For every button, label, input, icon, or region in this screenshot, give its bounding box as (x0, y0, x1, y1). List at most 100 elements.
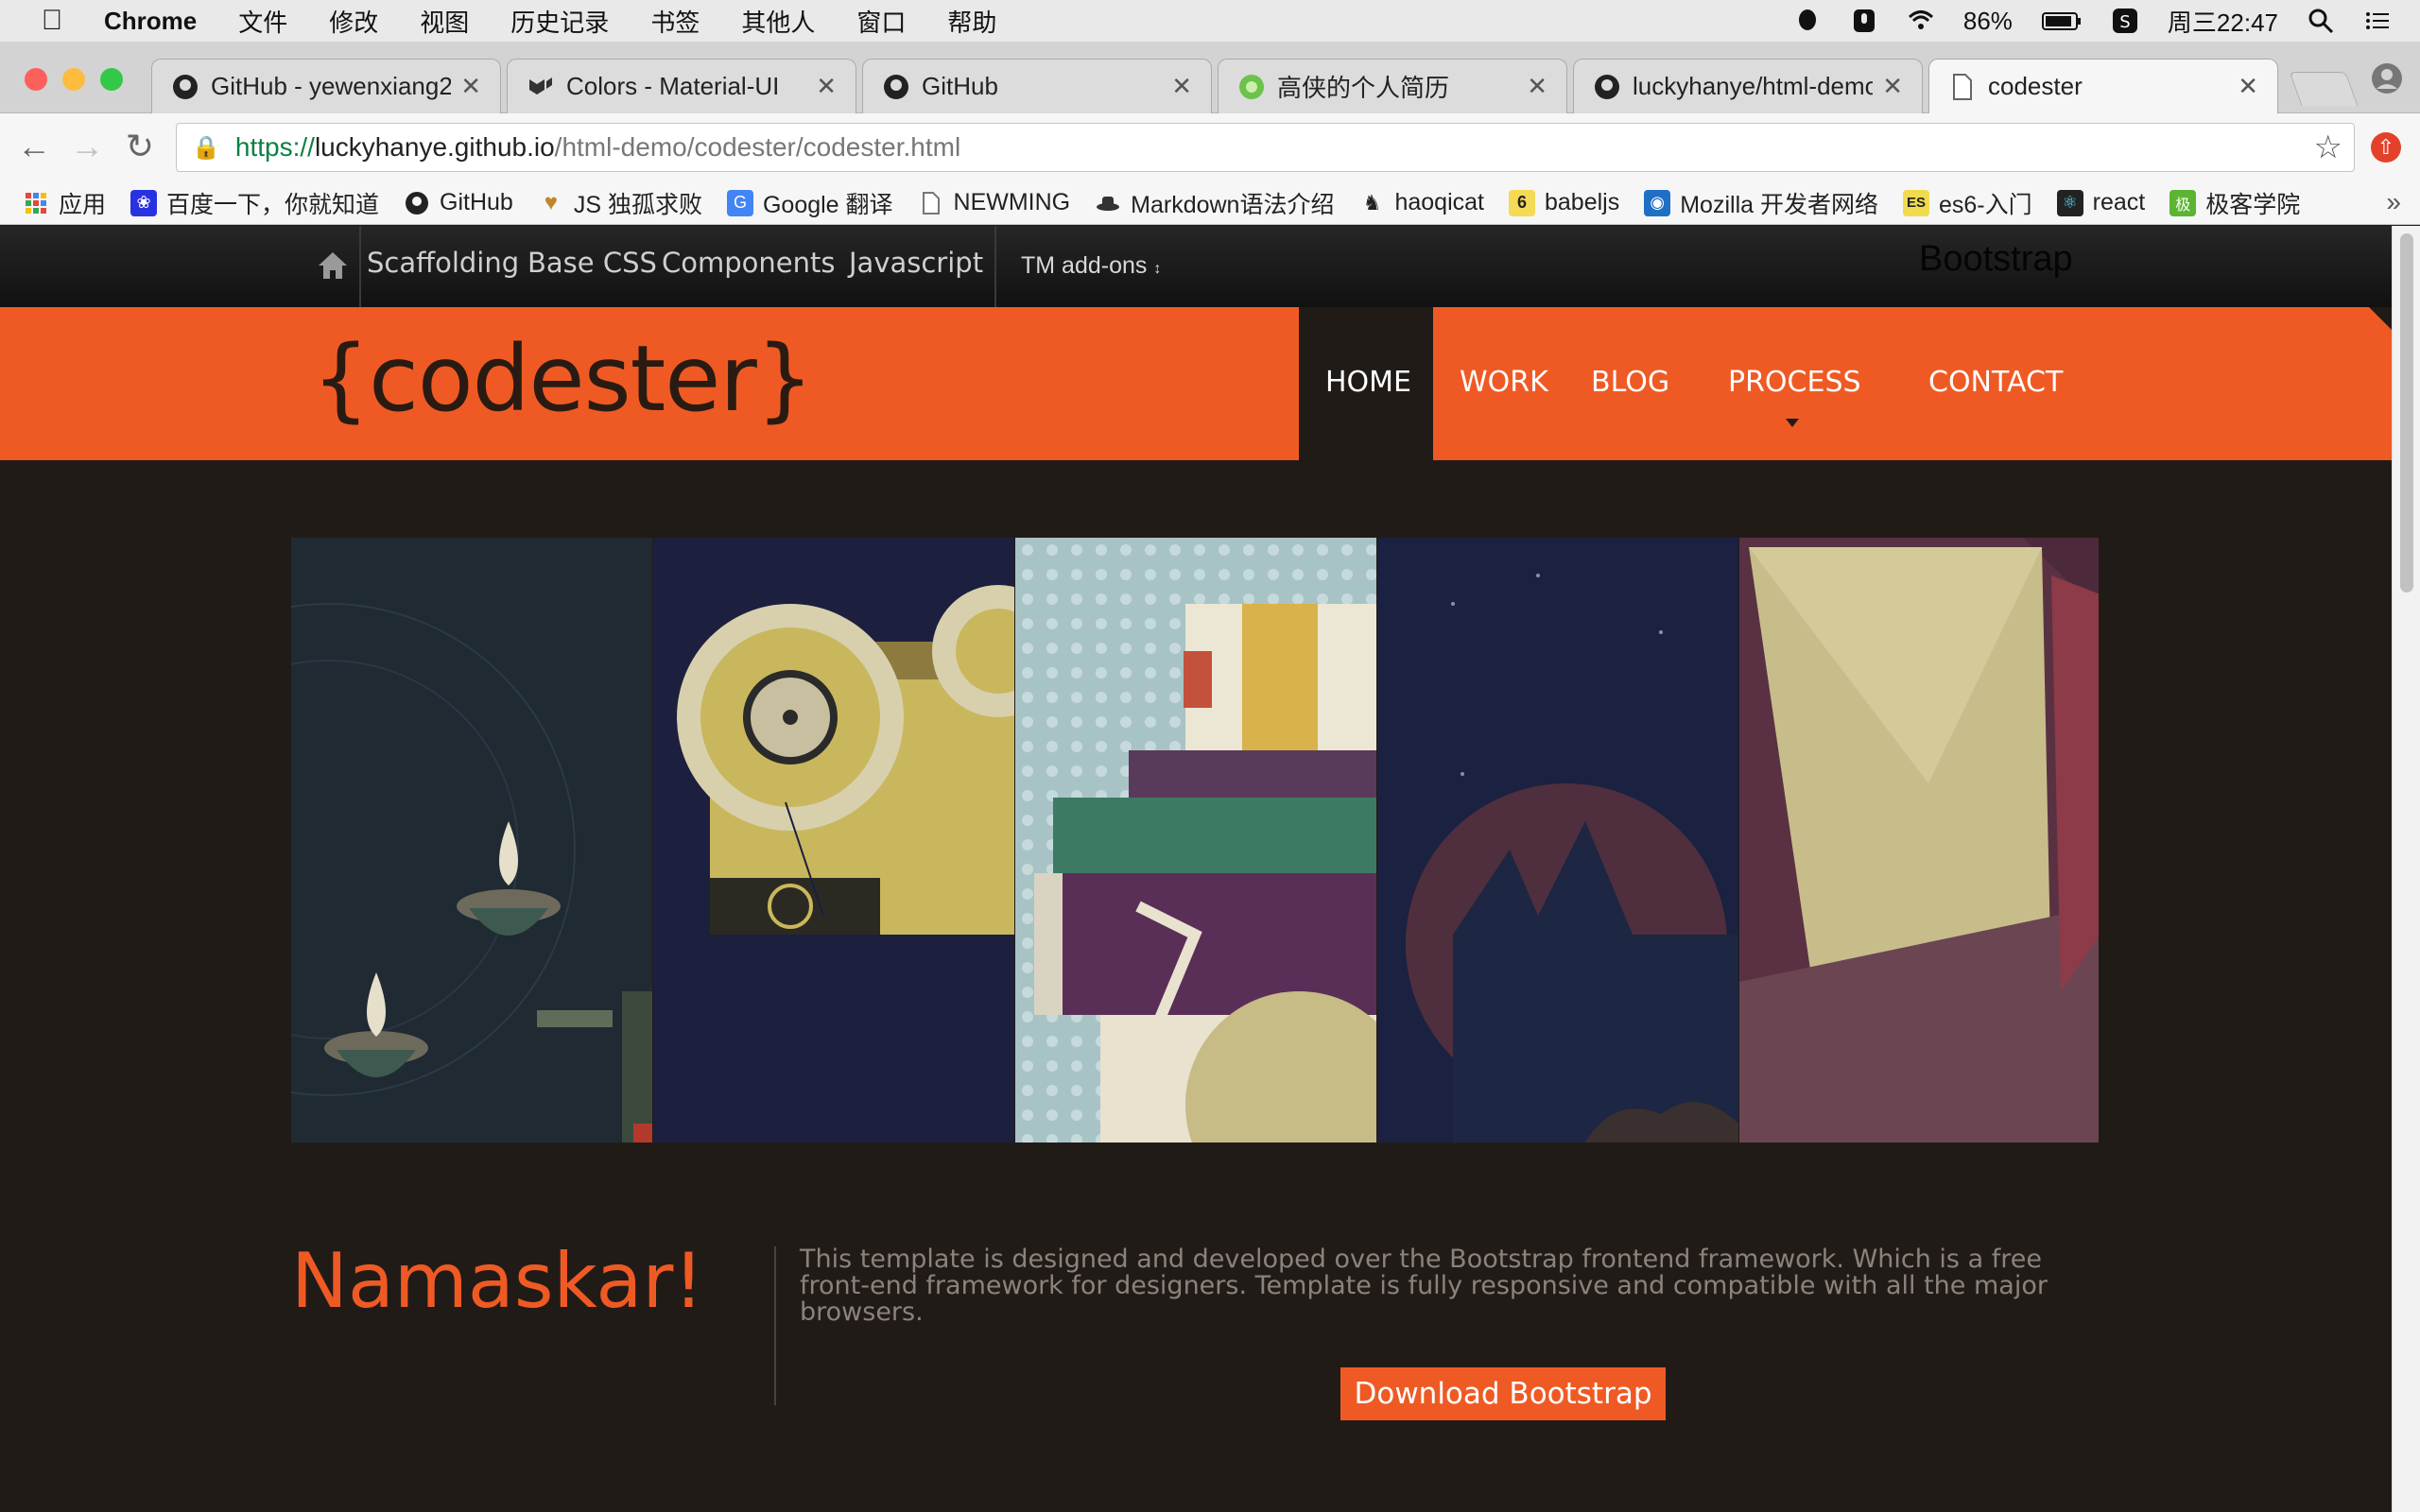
address-bar[interactable]: 🔒 https:// luckyhanye.github.io /html-de… (176, 123, 2355, 172)
vertical-scrollbar[interactable] (2392, 226, 2420, 1512)
menu-file[interactable]: 文件 (238, 4, 287, 39)
close-tab-icon[interactable]: ✕ (1527, 72, 1547, 101)
corner-fold (2369, 307, 2392, 330)
nav-components[interactable]: Components (662, 247, 835, 279)
bookmark-label: JS 独孤求败 (573, 191, 702, 218)
nav-blog[interactable]: BLOG (1591, 366, 1669, 399)
close-tab-icon[interactable]: ✕ (1882, 72, 1903, 101)
bookmark-react[interactable]: ⚛ react (2056, 189, 2145, 216)
minimize-window-button[interactable] (62, 68, 85, 91)
back-arrow-icon[interactable]: ← (13, 127, 55, 166)
close-tab-icon[interactable]: ✕ (816, 72, 837, 101)
hero-panel-night-sky[interactable] (1377, 538, 1738, 1143)
close-window-button[interactable] (25, 68, 47, 91)
bookmark-label: 百度一下，你就知道 (166, 191, 380, 218)
bookmark-star-icon[interactable]: ☆ (2314, 129, 2342, 166)
scrollbar-thumb[interactable] (2400, 233, 2413, 593)
bookmark-mdn[interactable]: ◉ Mozilla 开发者网络 (1644, 186, 1878, 220)
extension-upload-icon[interactable]: ⇧ (2371, 132, 2401, 163)
hero-panel-books[interactable] (1015, 538, 1376, 1143)
bookmark-label: 应用 (59, 191, 107, 218)
tab-github[interactable]: GitHub ✕ (862, 59, 1212, 113)
nav-base-css[interactable]: Base CSS (527, 247, 657, 279)
hat-icon (1095, 190, 1121, 216)
hero-panel-candles[interactable] (291, 538, 652, 1143)
menu-view[interactable]: 视图 (420, 4, 469, 39)
nav-home[interactable]: HOME (1325, 366, 1411, 399)
page-icon (918, 190, 944, 216)
hero-panel-projector[interactable] (653, 538, 1014, 1143)
close-tab-icon[interactable]: ✕ (1171, 72, 1192, 101)
sogou-input-icon[interactable]: S (2111, 7, 2139, 35)
dropdown-caret-icon (1786, 419, 1799, 427)
bookmark-markdown[interactable]: Markdown语法介绍 (1095, 186, 1334, 220)
tab-material-ui[interactable]: Colors - Material-UI ✕ (507, 59, 856, 113)
nav-javascript[interactable]: Javascript (849, 247, 983, 279)
bookmark-github[interactable]: GitHub (404, 189, 513, 216)
bookmark-google-translate[interactable]: G Google 翻译 (726, 186, 893, 220)
qq-icon[interactable] (1793, 7, 1822, 35)
page-icon (1948, 73, 1977, 101)
nav-scaffolding[interactable]: Scaffolding (367, 247, 519, 279)
apple-menu-icon[interactable]:  (0, 5, 104, 37)
close-tab-icon[interactable]: ✕ (2238, 72, 2258, 101)
url-scheme: https:// (234, 132, 315, 162)
tab-strip: GitHub - yewenxiang23 ✕ Colors - Materia… (0, 42, 2420, 113)
bookmark-jike[interactable]: 极极客学院 (2169, 186, 2300, 220)
notification-center-icon[interactable] (2363, 7, 2392, 35)
bookmark-label: 极客学院 (2205, 191, 2301, 218)
bootstrap-brand[interactable]: Bootstrap (1919, 239, 2073, 280)
menu-app-name[interactable]: Chrome (104, 7, 197, 36)
page-viewport: Scaffolding Base CSS Components Javascri… (0, 226, 2392, 1512)
bookmark-haoqicat[interactable]: ♞ haoqicat (1358, 189, 1484, 216)
site-logo[interactable]: {codester} (312, 326, 814, 432)
bookmark-baidu[interactable]: ❀ 百度一下，你就知道 (130, 186, 379, 220)
forward-arrow-icon[interactable]: → (66, 127, 108, 166)
menu-history[interactable]: 历史记录 (510, 4, 609, 39)
download-bootstrap-button[interactable]: Download Bootstrap (1340, 1367, 1666, 1420)
zoom-window-button[interactable] (100, 68, 123, 91)
home-icon[interactable] (316, 249, 350, 283)
intro-divider (774, 1246, 776, 1405)
bookmark-js[interactable]: ♥ JS 独孤求败 (538, 186, 702, 220)
github-icon (171, 73, 199, 101)
bookmark-es6[interactable]: ES es6-入门 (1902, 186, 2032, 220)
tab-html-demo[interactable]: luckyhanye/html-demo ✕ (1573, 59, 1923, 113)
menu-bookmarks[interactable]: 书签 (650, 4, 700, 39)
new-tab-button[interactable] (2289, 72, 2359, 106)
close-tab-icon[interactable]: ✕ (460, 72, 481, 101)
nav-contact[interactable]: CONTACT (1928, 366, 2063, 399)
tm-addons-dropdown[interactable]: TM add-ons ↕ (1021, 252, 1161, 280)
github-icon (404, 190, 430, 216)
menu-help[interactable]: 帮助 (947, 4, 996, 39)
jike-icon: 极 (2169, 189, 2197, 216)
menu-edit[interactable]: 修改 (329, 4, 378, 39)
es-icon: ES (1902, 189, 1929, 216)
url-path: /html-demo/codester/codester.html (554, 132, 961, 162)
clock[interactable]: 周三22:47 (2168, 4, 2278, 39)
spotlight-search-icon[interactable] (2307, 7, 2335, 35)
github-icon (1593, 73, 1621, 101)
tab-codester[interactable]: codester ✕ (1928, 59, 2278, 113)
bookmark-babeljs[interactable]: 6 babeljs (1509, 189, 1619, 216)
menu-window[interactable]: 窗口 (856, 4, 906, 39)
baidu-icon: ❀ (130, 189, 158, 216)
bookmark-apps[interactable]: 应用 (23, 186, 106, 220)
lock-icon[interactable]: 🔒 (192, 134, 220, 162)
battery-icon[interactable] (2041, 7, 2083, 35)
nav-work[interactable]: WORK (1460, 366, 1548, 399)
wifi-icon[interactable] (1907, 7, 1935, 35)
nav-process[interactable]: PROCESS (1728, 366, 1861, 399)
tab-github-yewenxiang[interactable]: GitHub - yewenxiang23 ✕ (151, 59, 501, 113)
reload-icon[interactable]: ↻ (119, 127, 161, 166)
apps-icon (23, 190, 49, 216)
profile-icon[interactable] (2371, 62, 2403, 94)
bookmarks-overflow-chevron-icon[interactable]: » (2386, 187, 2401, 217)
tab-resume[interactable]: 高侠的个人简历 ✕ (1218, 59, 1567, 113)
menu-people[interactable]: 其他人 (741, 4, 815, 39)
hero-panel-window-light[interactable] (1739, 538, 2099, 1143)
greeting-heading: Namaskar! (291, 1237, 704, 1325)
microphone-icon[interactable] (1850, 7, 1878, 35)
bookmark-newming[interactable]: NEWMING (918, 189, 1070, 216)
updown-caret-icon: ↕ (1153, 261, 1162, 277)
